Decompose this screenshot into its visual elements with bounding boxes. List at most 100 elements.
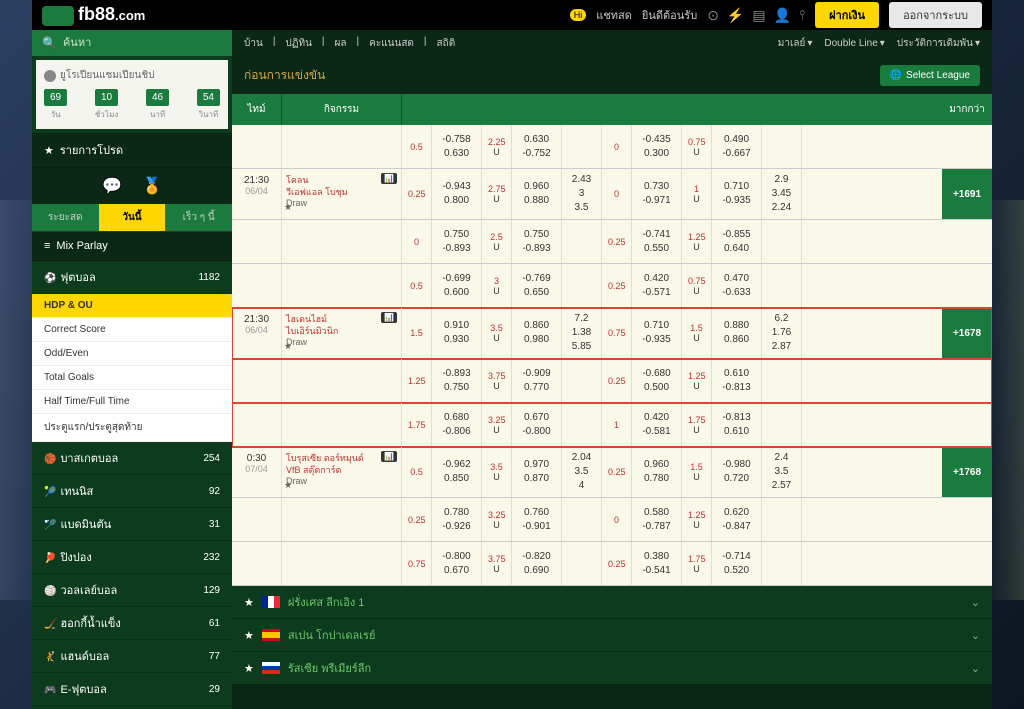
odds-1x2[interactable]: 2.043.54 bbox=[562, 447, 602, 497]
odds-1x2[interactable] bbox=[562, 542, 602, 585]
hdp-value[interactable]: 0.5 bbox=[402, 447, 432, 497]
match-event[interactable] bbox=[282, 220, 402, 263]
odds-value[interactable]: 0.760-0.901 bbox=[512, 498, 562, 541]
ou-value[interactable]: 3U bbox=[482, 264, 512, 307]
select-league-button[interactable]: 🌐Select League bbox=[880, 65, 980, 86]
ou-value[interactable]: 1.25U bbox=[682, 359, 712, 402]
odds-value[interactable]: -0.9800.720 bbox=[712, 447, 762, 497]
ou-value[interactable]: 3.25U bbox=[482, 498, 512, 541]
more-markets-button[interactable] bbox=[942, 403, 992, 446]
match-event[interactable] bbox=[282, 498, 402, 541]
tab-today[interactable]: วันนี้ bbox=[99, 204, 166, 231]
hdp-value[interactable]: 1.25 bbox=[402, 359, 432, 402]
odds-value[interactable]: -0.7580.630 bbox=[432, 125, 482, 168]
odds-value[interactable]: 0.750-0.893 bbox=[512, 220, 562, 263]
ou-value[interactable]: 1.75U bbox=[682, 403, 712, 446]
slip-icon[interactable]: ▤ bbox=[752, 7, 765, 24]
more-markets-button[interactable]: +1678 bbox=[942, 308, 992, 358]
odds-value[interactable]: -0.7140.520 bbox=[712, 542, 762, 585]
odds-value[interactable]: -0.8130.610 bbox=[712, 403, 762, 446]
odds-1x2[interactable] bbox=[562, 264, 602, 307]
ou-value[interactable]: 2.5U bbox=[482, 220, 512, 263]
coin-icon[interactable]: ⊙ bbox=[707, 7, 719, 24]
more-markets-button[interactable]: +1768 bbox=[942, 447, 992, 497]
odds-value[interactable]: 0.420-0.571 bbox=[632, 264, 682, 307]
odds-1x2[interactable]: 6.21.762.87 bbox=[762, 308, 802, 358]
sport-pingpong[interactable]: 🏓ปิงปอง232 bbox=[32, 541, 232, 574]
odds-1x2[interactable]: 2.43.52.57 bbox=[762, 447, 802, 497]
nav-stats[interactable]: สถิติ bbox=[437, 36, 456, 51]
odds-value[interactable]: 0.420-0.581 bbox=[632, 403, 682, 446]
league-france[interactable]: ★ฝรั่งเศส ลีกเอิง 1⌄ bbox=[232, 586, 992, 619]
odds-format-select[interactable]: มาเลย์ ▾ bbox=[778, 36, 813, 51]
odds-value[interactable]: 0.680-0.806 bbox=[432, 403, 482, 446]
tab-results[interactable]: ระยะสด bbox=[32, 204, 99, 231]
more-markets-button[interactable] bbox=[942, 264, 992, 307]
odds-value[interactable]: 0.9100.930 bbox=[432, 308, 482, 358]
search-input[interactable] bbox=[63, 37, 222, 49]
odds-1x2[interactable] bbox=[762, 220, 802, 263]
odds-1x2[interactable] bbox=[562, 220, 602, 263]
more-markets-button[interactable]: +1691 bbox=[942, 169, 992, 219]
tab-upcoming[interactable]: เร็ว ๆ นี้ bbox=[165, 204, 232, 231]
odds-value[interactable]: -0.8550.640 bbox=[712, 220, 762, 263]
market-total-goals[interactable]: Total Goals bbox=[32, 366, 232, 390]
odds-1x2[interactable] bbox=[762, 125, 802, 168]
ou-value[interactable]: 3.5U bbox=[482, 308, 512, 358]
view-select[interactable]: Double Line ▾ bbox=[824, 38, 884, 49]
odds-value[interactable]: 0.730-0.971 bbox=[632, 169, 682, 219]
odds-1x2[interactable] bbox=[762, 403, 802, 446]
odds-value[interactable]: -0.6990.600 bbox=[432, 264, 482, 307]
chart-icon[interactable]: 📊 bbox=[381, 173, 397, 184]
odds-value[interactable]: 0.750-0.893 bbox=[432, 220, 482, 263]
match-event[interactable] bbox=[282, 359, 402, 402]
ou-value[interactable]: 1U bbox=[682, 169, 712, 219]
odds-value[interactable]: 0.610-0.813 bbox=[712, 359, 762, 402]
odds-1x2[interactable] bbox=[762, 264, 802, 307]
person-icon[interactable]: 👤 bbox=[774, 7, 791, 24]
mix-parlay[interactable]: ≡Mix Parlay bbox=[32, 232, 232, 261]
site-logo[interactable]: fb88.com bbox=[42, 4, 145, 25]
ou-value[interactable]: 1.75U bbox=[682, 542, 712, 585]
promo-menu[interactable]: ★รายการโปรด bbox=[32, 133, 232, 168]
hdp-value[interactable]: 1.5 bbox=[402, 308, 432, 358]
sport-tennis[interactable]: 🎾เทนนิส92 bbox=[32, 475, 232, 508]
odds-1x2[interactable] bbox=[762, 359, 802, 402]
market-hdp-ou[interactable]: HDP & OU bbox=[32, 294, 232, 318]
more-markets-button[interactable] bbox=[942, 542, 992, 585]
hdp-value[interactable]: 0 bbox=[402, 220, 432, 263]
bolt-icon[interactable]: ⚡ bbox=[727, 7, 744, 24]
deposit-button[interactable]: ฝากเงิน bbox=[815, 2, 879, 28]
odds-1x2[interactable] bbox=[762, 498, 802, 541]
more-markets-button[interactable] bbox=[942, 359, 992, 402]
hdp-value[interactable]: 1.75 bbox=[402, 403, 432, 446]
ou-value[interactable]: 2.25U bbox=[482, 125, 512, 168]
market-htft[interactable]: Half Time/Full Time bbox=[32, 390, 232, 414]
odds-value[interactable]: 0.580-0.787 bbox=[632, 498, 682, 541]
match-event[interactable]: โคลนวีเอฟแอล โบชุมDraw ★ 📊 bbox=[282, 169, 402, 219]
ou-value[interactable]: 1.25U bbox=[682, 220, 712, 263]
nav-results[interactable]: ผล bbox=[335, 36, 347, 51]
sport-volleyball[interactable]: 🏐วอลเลย์บอล129 bbox=[32, 574, 232, 607]
ou-value[interactable]: 1.5U bbox=[682, 308, 712, 358]
logout-button[interactable]: ออกจากระบบ bbox=[889, 2, 982, 28]
odds-value[interactable]: -0.4350.300 bbox=[632, 125, 682, 168]
hdp-value[interactable]: 0.25 bbox=[602, 447, 632, 497]
odds-value[interactable]: -0.6800.500 bbox=[632, 359, 682, 402]
league-russia[interactable]: ★รัสเซีย พรีเมียร์ลีก⌄ bbox=[232, 652, 992, 685]
ou-value[interactable]: 1.25U bbox=[682, 498, 712, 541]
badge-icon[interactable]: 🏅 bbox=[142, 176, 162, 196]
match-event[interactable] bbox=[282, 125, 402, 168]
hdp-value[interactable]: 0.5 bbox=[402, 264, 432, 307]
sport-football[interactable]: ⚽ฟุตบอล1182 bbox=[32, 261, 232, 294]
match-event[interactable] bbox=[282, 403, 402, 446]
odds-value[interactable]: 0.710-0.935 bbox=[712, 169, 762, 219]
odds-1x2[interactable] bbox=[562, 498, 602, 541]
odds-value[interactable]: 0.630-0.752 bbox=[512, 125, 562, 168]
bet-history[interactable]: ประวัติการเดิมพัน ▾ bbox=[897, 36, 980, 51]
odds-1x2[interactable] bbox=[562, 359, 602, 402]
search-box[interactable]: 🔍 bbox=[32, 30, 232, 56]
hdp-value[interactable]: 0 bbox=[602, 169, 632, 219]
star-icon[interactable]: ★ bbox=[284, 341, 292, 352]
odds-1x2[interactable]: 2.4333.5 bbox=[562, 169, 602, 219]
